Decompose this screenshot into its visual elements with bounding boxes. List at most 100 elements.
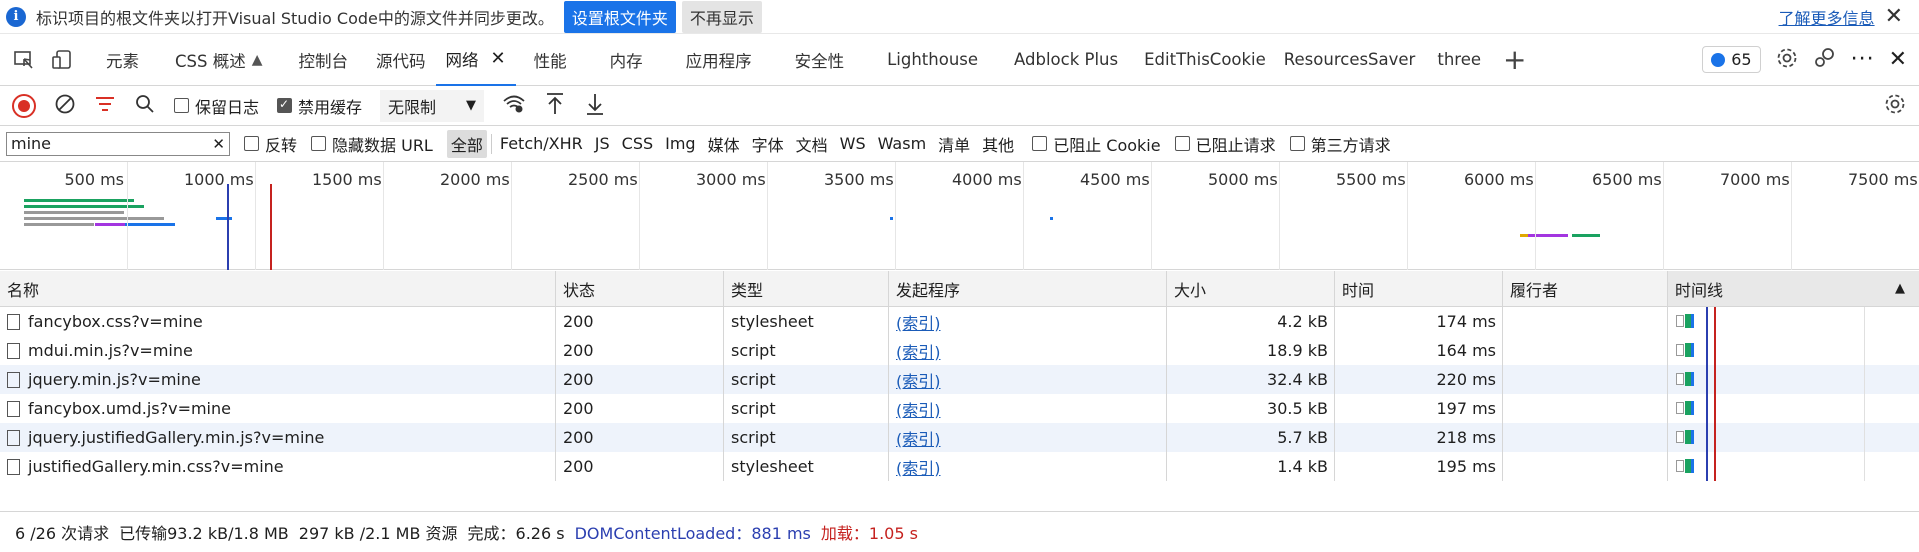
clear-filter-icon[interactable]: ✕ xyxy=(212,135,225,153)
record-stop-button[interactable] xyxy=(12,93,36,118)
column-time[interactable]: 时间 xyxy=(1335,271,1503,306)
filter-icon[interactable] xyxy=(94,93,116,119)
waterfall-bar xyxy=(1691,372,1694,386)
tab-lighthouse[interactable]: Lighthouse xyxy=(869,34,996,86)
dont-show-again-button[interactable]: 不再显示 xyxy=(681,0,762,33)
blocked-cookies-checkbox[interactable]: 已阻止 Cookie xyxy=(1032,132,1161,156)
inspect-element-icon[interactable] xyxy=(10,46,38,74)
filter-input[interactable]: mine ✕ xyxy=(6,131,230,156)
tab-network[interactable]: 网络 ✕ xyxy=(435,34,516,86)
tab-memory[interactable]: 内存 xyxy=(585,34,668,86)
type-filter-ws[interactable]: WS xyxy=(836,132,870,155)
initiator-link[interactable]: (索引) xyxy=(896,426,941,450)
search-icon[interactable] xyxy=(134,93,156,119)
tab-sources[interactable]: 源代码 xyxy=(366,34,436,86)
column-fulfilled-by[interactable]: 履行者 xyxy=(1503,271,1668,306)
issues-badge[interactable]: 65 xyxy=(1702,46,1761,73)
type-filter-manifest[interactable]: 清单 xyxy=(934,130,974,158)
type-filter-fetch-xhr[interactable]: Fetch/XHR xyxy=(496,132,587,155)
type-filter-other[interactable]: 其他 xyxy=(978,130,1018,158)
tab-console[interactable]: 控制台 xyxy=(281,34,367,86)
close-tab-icon[interactable]: ✕ xyxy=(491,48,506,69)
initiator-link[interactable]: (索引) xyxy=(896,339,941,363)
tab-security[interactable]: 安全性 xyxy=(770,34,870,86)
table-row[interactable]: fancybox.css?v=mine 200 stylesheet (索引) 4.2 … xyxy=(0,307,1919,336)
initiator-link[interactable]: (索引) xyxy=(896,397,941,421)
close-infobar-icon[interactable]: ✕ xyxy=(1885,4,1903,29)
tab-performance[interactable]: 性能 xyxy=(516,34,585,86)
network-overview-timeline[interactable]: 500 ms 1000 ms 1500 ms 2000 ms 2500 ms 3000 m… xyxy=(0,162,1919,270)
disable-cache-checkbox[interactable]: 禁用缓存 xyxy=(277,94,362,118)
dcl-line xyxy=(1706,423,1708,452)
cell-waterfall xyxy=(1668,452,1919,481)
cell-waterfall xyxy=(1668,394,1919,423)
initiator-link[interactable]: (索引) xyxy=(896,310,941,334)
customize-connection-icon[interactable] xyxy=(1813,46,1837,74)
type-filter-js[interactable]: JS xyxy=(591,132,614,155)
throttling-select[interactable]: 无限制 ▼ xyxy=(380,89,485,122)
blocked-requests-checkbox[interactable]: 已阻止请求 xyxy=(1174,132,1276,156)
column-status[interactable]: 状态 xyxy=(556,271,724,306)
cell-initiator: (索引) xyxy=(889,336,1167,365)
tab-application[interactable]: 应用程序 xyxy=(668,34,770,86)
cell-name: fancybox.umd.js?v=mine xyxy=(0,394,556,423)
close-devtools-icon[interactable]: ✕ xyxy=(1889,47,1907,72)
export-har-icon[interactable] xyxy=(584,92,606,120)
cell-status: 200 xyxy=(556,394,724,423)
cell-initiator: (索引) xyxy=(889,307,1167,336)
column-size[interactable]: 大小 xyxy=(1167,271,1335,306)
more-tools-plus-icon[interactable]: + xyxy=(1503,45,1526,74)
import-har-icon[interactable] xyxy=(544,92,566,120)
type-filter-wasm[interactable]: Wasm xyxy=(874,132,931,155)
tab-adblock-plus[interactable]: Adblock Plus xyxy=(996,34,1136,86)
table-row[interactable]: fancybox.umd.js?v=mine 200 script (索引) 30.5 … xyxy=(0,394,1919,423)
type-filter-all[interactable]: 全部 xyxy=(446,129,487,158)
tab-css-overview[interactable]: CSS 概述 ▲ xyxy=(157,34,281,86)
set-root-folder-button[interactable]: 设置根文件夹 xyxy=(563,0,676,33)
cell-time: 195 ms xyxy=(1335,452,1503,481)
hide-data-urls-checkbox[interactable]: 隐藏数据 URL xyxy=(311,132,433,156)
type-filter-media[interactable]: 媒体 xyxy=(704,130,744,158)
dcl-line xyxy=(1706,336,1708,365)
clear-icon[interactable] xyxy=(54,93,76,119)
learn-more-link[interactable]: 了解更多信息 xyxy=(1779,5,1875,29)
load-line xyxy=(1714,423,1716,452)
tab-editthiscookie[interactable]: EditThisCookie xyxy=(1136,34,1274,86)
more-options-icon[interactable]: ··· xyxy=(1851,47,1875,72)
type-filter-img[interactable]: Img xyxy=(661,132,699,155)
table-row[interactable]: jquery.justifiedGallery.min.js?v=mine 200… xyxy=(0,423,1919,452)
column-type[interactable]: 类型 xyxy=(724,271,889,306)
type-filter-css[interactable]: CSS xyxy=(618,132,657,155)
cell-status: 200 xyxy=(556,336,724,365)
cell-size: 30.5 kB xyxy=(1167,394,1335,423)
cell-initiator: (索引) xyxy=(889,365,1167,394)
initiator-link[interactable]: (索引) xyxy=(896,455,941,479)
network-conditions-icon[interactable] xyxy=(502,93,526,119)
waterfall-bar xyxy=(1676,373,1684,385)
network-settings-gear-icon[interactable] xyxy=(1883,92,1907,120)
table-header: 名称 状态 类型 发起程序 大小 时间 履行者 时间线 ▲ xyxy=(0,271,1919,307)
invert-checkbox[interactable]: 反转 xyxy=(244,132,297,156)
cell-type: script xyxy=(724,423,889,452)
table-row[interactable]: justifiedGallery.min.css?v=mine 200 styles… xyxy=(0,452,1919,481)
cell-size: 4.2 kB xyxy=(1167,307,1335,336)
table-row[interactable]: mdui.min.js?v=mine 200 script (索引) 18.9 kB 16… xyxy=(0,336,1919,365)
cell-time: 174 ms xyxy=(1335,307,1503,336)
initiator-link[interactable]: (索引) xyxy=(896,368,941,392)
column-waterfall[interactable]: 时间线 ▲ xyxy=(1668,271,1919,306)
type-filter-font[interactable]: 字体 xyxy=(748,130,788,158)
file-icon xyxy=(7,313,20,330)
tab-three[interactable]: three xyxy=(1425,34,1493,86)
device-emulation-icon[interactable] xyxy=(48,46,76,74)
column-name[interactable]: 名称 xyxy=(0,271,556,306)
waterfall-bar xyxy=(1676,431,1684,443)
type-filter-doc[interactable]: 文档 xyxy=(792,130,832,158)
settings-gear-icon[interactable] xyxy=(1775,46,1799,74)
third-party-requests-checkbox[interactable]: 第三方请求 xyxy=(1289,132,1391,156)
table-row[interactable]: jquery.min.js?v=mine 200 script (索引) 32.4 kB… xyxy=(0,365,1919,394)
tab-resourcessaver[interactable]: ResourcesSaver xyxy=(1274,34,1426,86)
tab-elements[interactable]: 元素 xyxy=(88,34,157,86)
preserve-log-checkbox[interactable]: 保留日志 xyxy=(174,94,259,118)
waterfall-gridline xyxy=(1864,336,1865,365)
column-initiator[interactable]: 发起程序 xyxy=(889,271,1167,306)
